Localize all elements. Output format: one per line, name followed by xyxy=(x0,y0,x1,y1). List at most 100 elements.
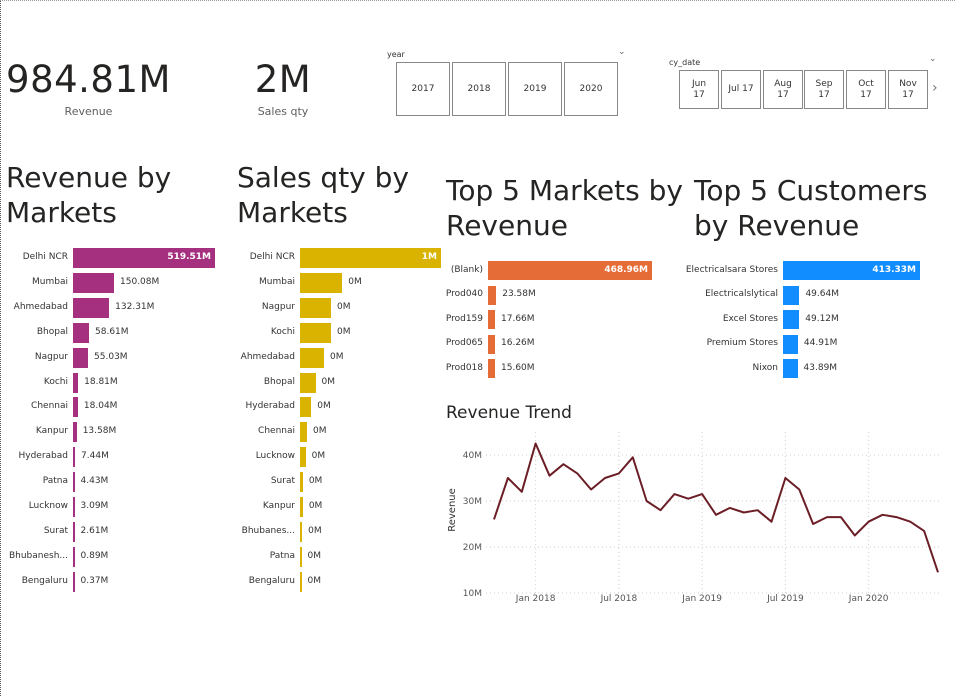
bar[interactable] xyxy=(300,347,324,368)
chevron-right-icon[interactable]: › xyxy=(932,80,938,96)
bar-value-label: 0M xyxy=(337,301,351,312)
bar[interactable] xyxy=(300,571,302,592)
date-option-jul-17[interactable]: Jul 17 xyxy=(721,70,761,109)
bar-category-label: Nixon xyxy=(752,362,779,373)
bar[interactable] xyxy=(783,310,800,329)
bar[interactable] xyxy=(73,347,89,368)
bar-value-label: 17.66M xyxy=(501,313,535,324)
bar-category-label: Prod018 xyxy=(445,362,483,373)
bar-value-label: 16.26M xyxy=(501,338,535,348)
chevron-down-icon[interactable]: ⌄ xyxy=(618,47,626,57)
bar[interactable] xyxy=(73,571,75,592)
revenue-value: 984.81M xyxy=(6,58,171,101)
bar-value-label: 468.96M xyxy=(604,264,648,275)
bar-value-label: 150.08M xyxy=(120,276,160,287)
bar-value-label: 0M xyxy=(308,476,323,487)
bar[interactable] xyxy=(73,272,115,293)
bar[interactable] xyxy=(300,472,303,493)
year-option-2020[interactable]: 2020 xyxy=(564,62,618,116)
bar-category-label: Kanpur xyxy=(35,426,68,437)
bar-value-label: 58.61M xyxy=(95,326,129,337)
bar-category-label: Lucknow xyxy=(255,451,295,462)
bar[interactable] xyxy=(783,359,798,378)
bar[interactable] xyxy=(783,285,800,305)
bar-category-label: Bhubanes... xyxy=(241,525,295,536)
bar-category-label: Hyderabad xyxy=(245,401,296,412)
bar-category-label: Mumbai xyxy=(259,276,295,287)
bar[interactable] xyxy=(300,497,303,517)
date-year: 17 xyxy=(860,89,872,100)
y-tick-label: 30M xyxy=(463,497,482,507)
bar[interactable] xyxy=(73,397,78,418)
bar[interactable] xyxy=(73,372,79,393)
bar-category-label: Delhi NCR xyxy=(249,252,295,262)
bar[interactable] xyxy=(300,272,343,293)
bar[interactable] xyxy=(73,322,90,343)
bar-category-label: Nagpur xyxy=(261,301,295,312)
bar[interactable] xyxy=(73,297,110,318)
bar[interactable] xyxy=(73,422,77,443)
bar[interactable] xyxy=(300,546,302,567)
bar-value-label: 0M xyxy=(307,550,322,561)
bar-category-label: Kanpur xyxy=(262,501,295,511)
bar-category-label: Chennai xyxy=(258,426,295,437)
bar-category-label: Mumbai xyxy=(32,276,68,287)
bar[interactable] xyxy=(73,521,75,542)
y-tick-label: 40M xyxy=(463,451,482,461)
year-slicer-title: year xyxy=(387,50,405,59)
bar[interactable] xyxy=(783,334,798,354)
bar[interactable] xyxy=(488,334,495,354)
bar[interactable] xyxy=(73,472,75,493)
bar[interactable] xyxy=(488,359,495,378)
date-month: Nov xyxy=(899,78,917,89)
year-option-2019[interactable]: 2019 xyxy=(508,62,562,116)
date-option-oct-17[interactable]: Oct 17 xyxy=(846,70,886,109)
bar-value-label: 7.44M xyxy=(81,451,109,462)
bar-value-label: 0M xyxy=(308,501,323,511)
sales-qty-value: 2M xyxy=(254,58,312,101)
bar[interactable] xyxy=(300,372,316,393)
bar-category-label: Bengaluru xyxy=(248,575,295,586)
bar[interactable] xyxy=(73,497,75,517)
date-option-nov-17[interactable]: Nov 17 xyxy=(888,70,928,109)
bar-value-label: 49.64M xyxy=(805,289,839,299)
bar[interactable] xyxy=(73,447,76,468)
bar-value-label: 55.03M xyxy=(94,351,128,362)
bar[interactable] xyxy=(300,322,332,343)
year-option-2018[interactable]: 2018 xyxy=(452,62,506,116)
bar[interactable] xyxy=(300,521,303,542)
bar[interactable] xyxy=(300,397,312,418)
bar-category-label: Excel Stores xyxy=(722,313,778,324)
x-tick-label: Jan 2019 xyxy=(681,594,722,604)
revenue-trend-line xyxy=(493,442,939,573)
bar-category-label: Electricalslytical xyxy=(705,289,778,299)
bar-value-label: 43.89M xyxy=(803,362,838,373)
bar-category-label: Patna xyxy=(269,550,295,561)
x-tick-label: Jul 2018 xyxy=(600,594,638,604)
bar[interactable] xyxy=(300,447,306,468)
date-option-jun-17[interactable]: Jun 17 xyxy=(679,70,719,109)
bar-category-label: Electricalsara Stores xyxy=(685,264,778,275)
bar-category-label: Prod040 xyxy=(445,289,483,299)
bar-value-label: 0M xyxy=(348,276,362,287)
chevron-down-icon[interactable]: ⌄ xyxy=(929,54,937,64)
bar-category-label: Patna xyxy=(42,476,68,487)
date-month: Aug xyxy=(774,78,792,89)
bar[interactable] xyxy=(73,546,75,567)
bar[interactable] xyxy=(488,285,497,305)
y-tick-label: 20M xyxy=(463,543,482,553)
bar-value-label: 0M xyxy=(317,401,331,412)
bar[interactable] xyxy=(488,310,495,329)
bar-value-label: 0M xyxy=(308,525,322,536)
bar-value-label: 4.43M xyxy=(80,476,109,487)
date-option-sep-17[interactable]: Sep 17 xyxy=(804,70,844,109)
date-month: Jun xyxy=(691,78,707,89)
bar[interactable] xyxy=(300,297,332,318)
year-option-2017[interactable]: 2017 xyxy=(396,62,450,116)
bar-category-label: Hyderabad xyxy=(18,451,69,462)
bar-category-label: Bengaluru xyxy=(21,575,68,586)
date-option-aug-17[interactable]: Aug 17 xyxy=(763,70,803,109)
bar[interactable] xyxy=(300,422,308,443)
bar-value-label: 0M xyxy=(321,376,336,387)
bar-value-label: 0.89M xyxy=(80,550,109,561)
